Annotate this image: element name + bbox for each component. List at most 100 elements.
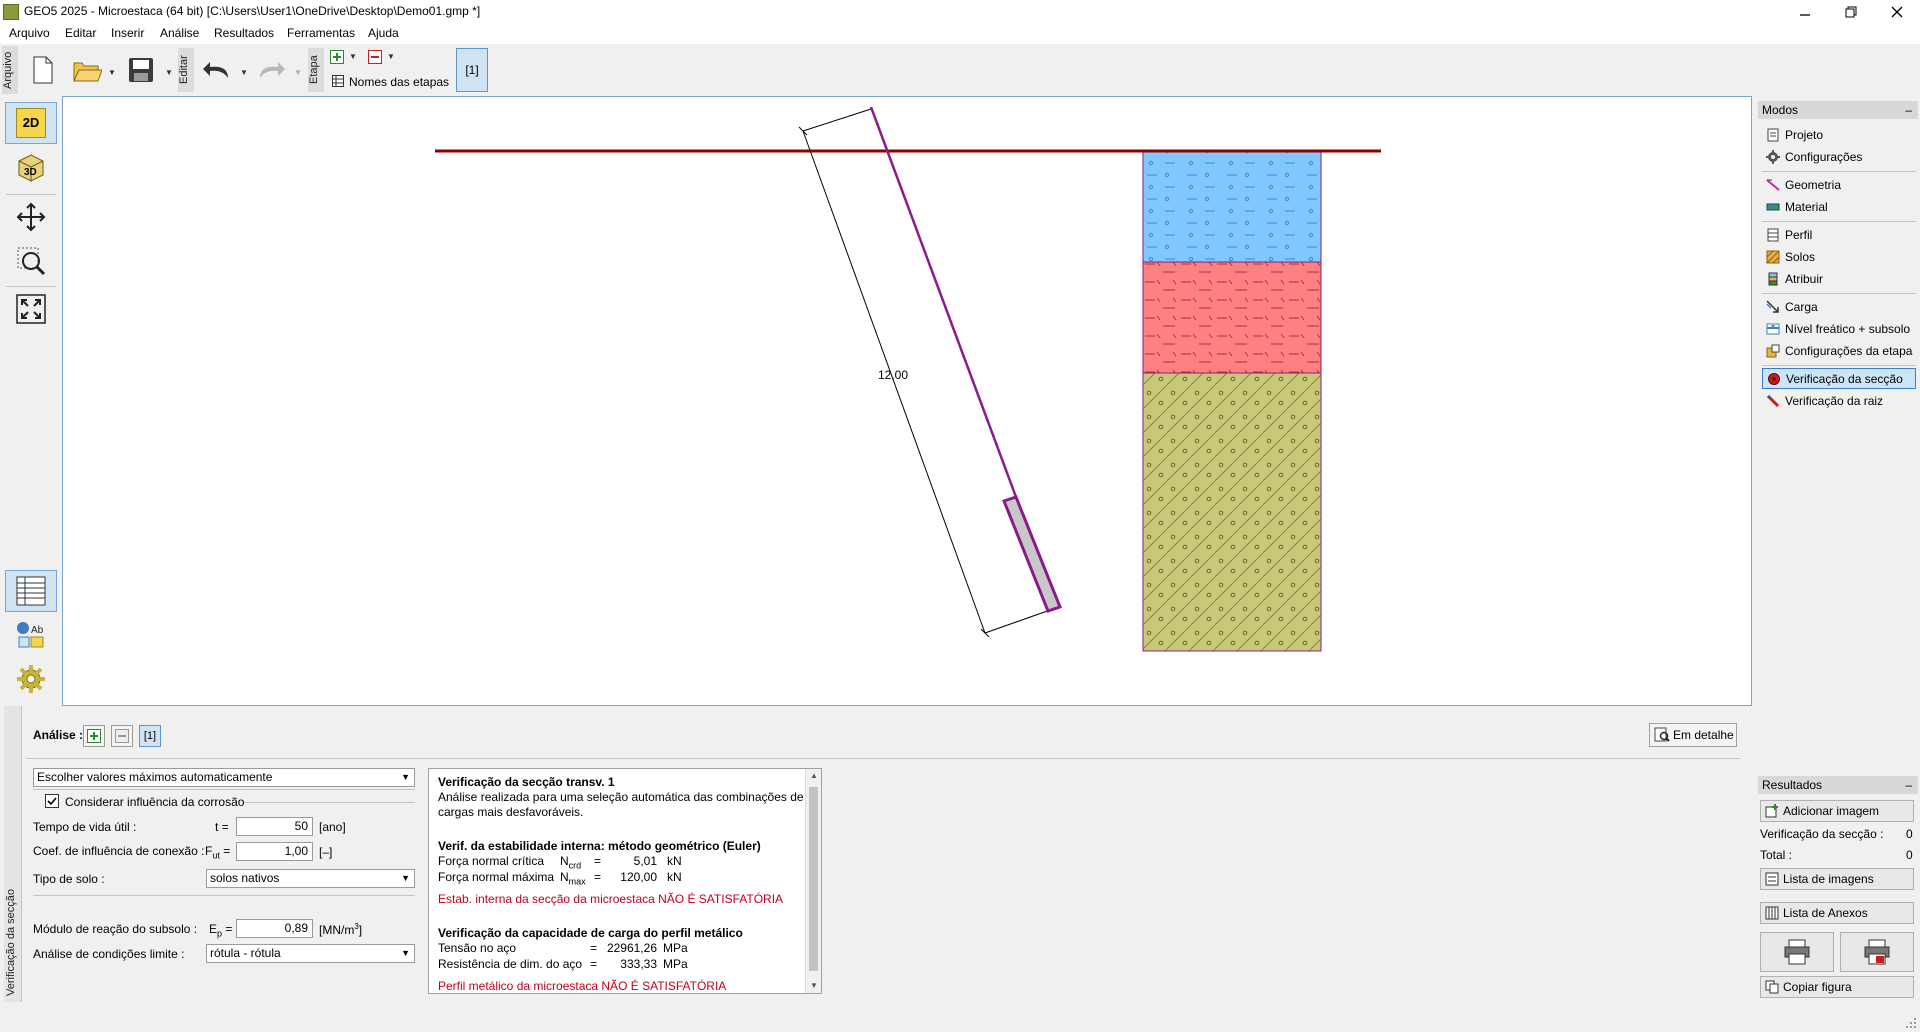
restore-button[interactable] (1828, 0, 1874, 24)
table-icon (332, 75, 344, 87)
print-export-button[interactable] (1840, 932, 1914, 972)
menu-resultados[interactable]: Resultados (214, 26, 274, 40)
fit-view-button[interactable] (5, 288, 57, 330)
profile-icon (1767, 228, 1779, 241)
mode-verificacao-raiz[interactable]: Verificação da raiz (1762, 390, 1916, 411)
print-button[interactable] (1760, 932, 1834, 972)
save-dropdown-icon[interactable]: ▼ (165, 68, 175, 78)
save-file-button[interactable] (124, 53, 158, 87)
ncrd-label: Força normal crítica (438, 854, 545, 868)
add-stage-dropdown-icon[interactable]: ▼ (349, 52, 359, 62)
open-dropdown-icon[interactable]: ▼ (108, 68, 118, 78)
limit-select[interactable]: rótula - rótula ▼ (206, 944, 415, 963)
soil-type-select[interactable]: solos nativos ▼ (206, 869, 415, 888)
annex-list-button[interactable]: Lista de Anexos (1760, 902, 1914, 924)
coef-label: Coef. de influência de conexão : (33, 844, 205, 858)
auto-max-select[interactable]: Escolher valores máximos automaticamente… (33, 768, 415, 787)
menu-analise[interactable]: Análise (160, 26, 199, 40)
stress-label: Tensão no aço (438, 941, 517, 955)
chevron-down-icon: ▼ (401, 772, 410, 782)
mode-material[interactable]: Material (1762, 196, 1916, 217)
in-detail-button[interactable]: Em detalhe (1649, 723, 1737, 747)
redo-dropdown-icon[interactable]: ▼ (294, 68, 304, 78)
add-analysis-button[interactable] (83, 725, 105, 747)
scroll-up-icon[interactable]: ▲ (810, 771, 818, 780)
view-2d-icon: 2D (16, 108, 46, 138)
section-check-count-label: Verificação da secção : (1760, 827, 1884, 841)
stage-names-button[interactable]: Nomes das etapas (349, 75, 449, 89)
drawing-canvas[interactable]: 12,00 (62, 96, 1752, 706)
drawing-settings-button[interactable]: Ab (5, 614, 57, 656)
limit-value: rótula - rótula (210, 946, 281, 960)
collapse-results-button[interactable]: – (1905, 776, 1912, 794)
mode-nivel-freatico[interactable]: Nível freático + subsolo (1762, 318, 1916, 339)
open-folder-icon (73, 62, 102, 82)
mode-perfil[interactable]: Perfil (1762, 224, 1916, 245)
copy-figure-button[interactable]: Copiar figura (1760, 976, 1914, 998)
redo-button[interactable] (254, 53, 288, 87)
analysis-1-button[interactable]: [1] (139, 725, 161, 747)
soil-type-label: Tipo de solo : (33, 872, 105, 886)
add-image-button[interactable]: Adicionar imagem (1760, 800, 1914, 822)
lifetime-input[interactable]: 50 (236, 817, 313, 836)
stage-1-button[interactable]: [1] (456, 48, 488, 92)
pan-button[interactable] (5, 196, 57, 238)
menu-inserir[interactable]: Inserir (111, 26, 144, 40)
menu-ferramentas[interactable]: Ferramentas (287, 26, 355, 40)
copy-icon (1765, 980, 1779, 994)
add-stage-button[interactable] (330, 50, 344, 64)
open-file-button[interactable] (70, 53, 104, 87)
results-scrollbar[interactable]: ▲ ▼ (805, 769, 821, 993)
app-icon (3, 4, 19, 20)
scroll-thumb[interactable] (809, 787, 818, 971)
annex-list-label: Lista de Anexos (1783, 906, 1868, 920)
mode-projeto[interactable]: Projeto (1762, 124, 1916, 145)
minus-icon (115, 729, 129, 743)
mode-carga[interactable]: Carga (1762, 296, 1916, 317)
mode-atribuir[interactable]: Atribuir (1762, 268, 1916, 289)
remove-stage-dropdown-icon[interactable]: ▼ (387, 52, 397, 62)
ncrd-unit: kN (667, 854, 682, 868)
table-view-button[interactable] (5, 570, 57, 612)
minimize-button[interactable] (1782, 0, 1828, 24)
image-list-button[interactable]: Lista de imagens (1760, 868, 1914, 890)
move-arrows-icon (16, 202, 46, 232)
remove-stage-button[interactable] (368, 50, 382, 64)
assign-icon (1768, 272, 1778, 285)
scroll-down-icon[interactable]: ▼ (810, 981, 818, 990)
remove-analysis-button[interactable] (111, 725, 133, 747)
mode-solos[interactable]: Solos (1762, 246, 1916, 267)
annex-list-icon (1765, 906, 1779, 920)
mode-verificacao-seccao[interactable]: Verificação da secção (1762, 368, 1916, 389)
menu-arquivo[interactable]: Arquivo (9, 26, 50, 40)
menu-editar[interactable]: Editar (65, 26, 96, 40)
mode-configuracoes[interactable]: Configurações (1762, 146, 1916, 167)
stress-eq: = (590, 941, 598, 955)
plus-icon (87, 729, 101, 743)
menu-ajuda[interactable]: Ajuda (368, 26, 399, 40)
undo-dropdown-icon[interactable]: ▼ (240, 68, 250, 78)
total-count: 0 (1906, 848, 1913, 862)
modulus-input[interactable]: 0,89 (236, 919, 313, 938)
material-icon (1766, 203, 1780, 210)
detail-icon (1654, 727, 1670, 742)
collapse-modes-button[interactable]: – (1905, 101, 1912, 119)
settings-button[interactable] (5, 658, 57, 700)
mode-config-etapa[interactable]: Configurações da etapa (1762, 340, 1916, 361)
mode-label: Atribuir (1785, 271, 1824, 286)
modes-header: Modos – (1758, 101, 1918, 119)
corrosion-checkbox[interactable] (45, 794, 59, 808)
view-2d-button[interactable]: 2D (5, 102, 57, 144)
water-table-icon (1766, 323, 1780, 334)
nmax-eq: = (594, 870, 602, 884)
mode-geometria[interactable]: Geometria (1762, 174, 1916, 195)
coef-input[interactable]: 1,00 (236, 842, 313, 861)
view-3d-button[interactable]: 3D (5, 146, 57, 188)
zoom-button[interactable] (5, 240, 57, 282)
results-text-box[interactable]: Verificação da secção transv. 1 Análise … (428, 768, 822, 994)
new-file-button[interactable] (26, 53, 60, 87)
redo-icon (260, 62, 285, 78)
undo-button[interactable] (200, 53, 234, 87)
close-button[interactable] (1874, 0, 1920, 24)
nmax-value: 120,00 (620, 870, 657, 884)
